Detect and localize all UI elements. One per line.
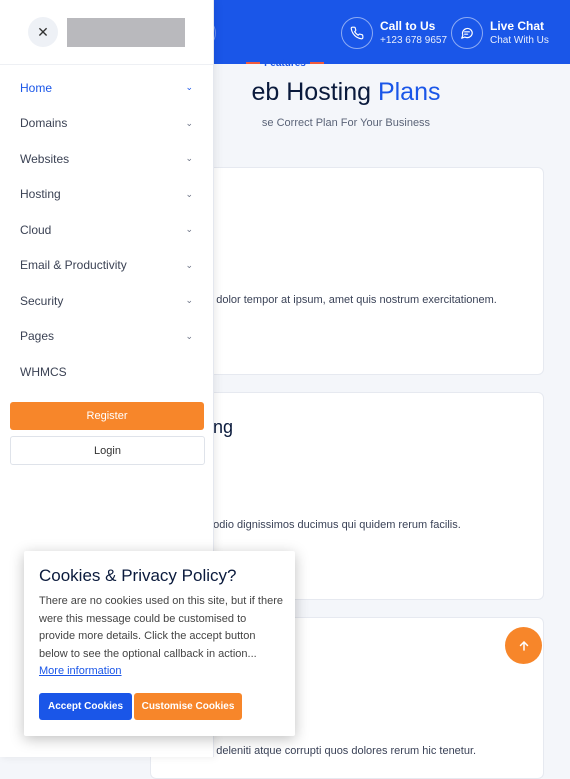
live-chat-contact[interactable]: Live Chat Chat With Us [451,17,549,49]
call-contact[interactable]: Call to Us +123 678 9657 [341,17,447,49]
menu-item-label: Home [20,80,53,95]
menu-item-email-productivity[interactable]: Email & Productivity ⌄ [0,248,213,284]
menu-item-hosting[interactable]: Hosting ⌄ [0,177,213,213]
cookie-consent-dialog: Cookies & Privacy Policy? There are no c… [24,551,295,736]
chevron-down-icon: ⌄ [185,224,193,235]
section-title-accent: Plans [377,78,441,106]
plan-card-text: o odio dignissimos ducimus qui quidem re… [204,519,461,531]
menu-item-label: Security [20,293,64,308]
chevron-down-icon: ⌄ [185,295,193,306]
chevron-down-icon: ⌄ [185,117,193,128]
chevron-down-icon: ⌄ [185,188,193,199]
menu-item-label: Hosting [20,187,61,202]
cookie-body: There are no cookies used on this site, … [39,593,284,681]
accept-cookies-button[interactable]: Accept Cookies [39,693,132,720]
menu-item-label: Pages [20,329,55,344]
menu-item-label: Cloud [20,222,52,237]
more-information-link[interactable]: More information [39,665,122,677]
menu-item-label: WHMCS [20,364,67,379]
chevron-down-icon: ⌄ [185,259,193,270]
menu-item-whmcs[interactable]: WHMCS [0,354,213,390]
menu-item-security[interactable]: Security ⌄ [0,283,213,319]
call-phone: +123 678 9657 [380,34,448,46]
section-eyebrow: Features [240,58,330,69]
plan-card-text: et dolor tempor at ipsum, amet quis nost… [204,294,497,306]
menu-item-cloud[interactable]: Cloud ⌄ [0,212,213,248]
cookie-title: Cookies & Privacy Policy? [39,566,237,585]
chevron-down-icon: ⌄ [185,330,193,341]
menu-item-label: Domains [20,116,68,131]
register-button[interactable]: Register [10,402,204,430]
chat-icon [451,17,483,49]
menu-item-home[interactable]: Home ⌄ [0,70,213,106]
phone-icon [341,17,373,49]
chevron-down-icon: ⌄ [185,153,193,164]
call-title: Call to Us [380,18,436,33]
menu-item-label: Websites [20,151,70,166]
eyebrow-text: Features [264,58,306,69]
menu-item-domains[interactable]: Domains ⌄ [0,106,213,142]
scroll-to-top-button[interactable] [505,627,542,664]
cookie-body-text: There are no cookies used on this site, … [39,595,283,660]
menu-item-websites[interactable]: Websites ⌄ [0,141,213,177]
drawer-menu: Home ⌄ Domains ⌄ Websites ⌄ Hosting ⌄ Cl… [0,70,213,390]
chevron-down-icon: ⌄ [185,82,193,93]
close-icon: ✕ [37,23,49,40]
eyebrow-dash-right [309,62,324,65]
logo[interactable] [67,18,185,47]
menu-item-pages[interactable]: Pages ⌄ [0,319,213,355]
plan-card-text: m deleniti atque corrupti quos dolores r… [204,745,477,757]
eyebrow-dash-left [246,62,261,65]
menu-item-label: Email & Productivity [20,258,127,273]
customise-cookies-button[interactable]: Customise Cookies [134,693,242,720]
arrow-up-icon [519,640,528,651]
close-menu-button[interactable]: ✕ [28,17,58,47]
login-button[interactable]: Login [10,436,205,465]
drawer-header: ✕ [0,0,213,65]
chat-subtitle: Chat With Us [490,34,549,46]
chat-title: Live Chat [490,18,545,33]
